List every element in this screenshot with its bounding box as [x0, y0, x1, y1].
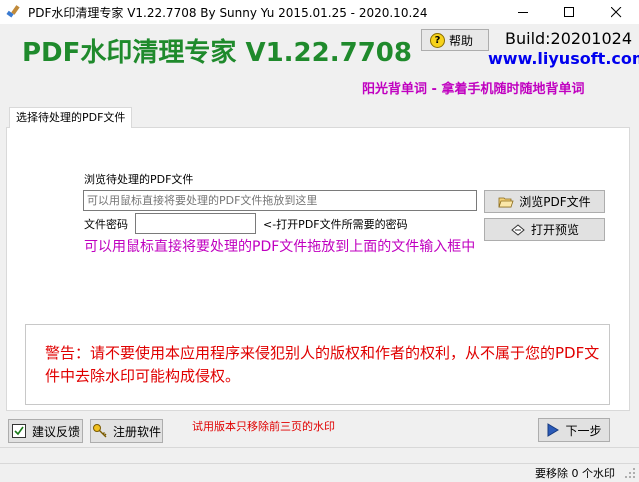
folder-open-icon [498, 197, 514, 207]
status-bar: 要移除 0 个水印 [0, 447, 639, 482]
feedback-icon [11, 424, 26, 438]
password-input[interactable] [135, 213, 256, 234]
password-hint: <-打开PDF文件所需要的密码 [263, 218, 408, 231]
arrow-right-icon [547, 423, 560, 437]
open-preview-label: 打开预览 [530, 223, 579, 237]
build-label: Build:20201024 [505, 29, 632, 48]
website-link[interactable]: www.liyusoft.com [488, 49, 639, 68]
next-button[interactable]: 下一步 [538, 418, 610, 442]
browse-pdf-label: 浏览PDF文件 [519, 195, 591, 209]
status-divider [0, 463, 639, 464]
warning-text: 警告：请不要使用本应用程序来侵犯别人的版权和作者的权利，从不属于您的PDF文件中… [45, 344, 600, 385]
open-preview-button[interactable]: 打开预览 [484, 218, 605, 241]
close-button[interactable] [593, 0, 639, 24]
trial-notice: 试用版本只移除前三页的水印 [192, 420, 335, 433]
maximize-button[interactable] [546, 0, 592, 24]
minimize-button[interactable] [500, 0, 546, 24]
help-button-label: 帮助 [449, 33, 474, 48]
feedback-button[interactable]: 建议反馈 [8, 419, 83, 443]
title-bar[interactable]: PDF水印清理专家 V1.22.7708 By Sunny Yu 2015.01… [0, 0, 639, 24]
slogan-link[interactable]: 阳光背单词 - 拿着手机随时随地背单词 [362, 78, 584, 97]
next-label: 下一步 [565, 423, 602, 438]
app-icon [6, 5, 20, 18]
status-divider [0, 447, 639, 448]
minimize-icon [518, 12, 528, 13]
browse-pdf-button[interactable]: 浏览PDF文件 [484, 190, 605, 213]
feedback-label: 建议反馈 [31, 424, 80, 439]
app-title: PDF水印清理专家 V1.22.7708 [22, 38, 412, 68]
resize-grip-icon[interactable] [624, 467, 636, 479]
preview-icon [511, 223, 525, 236]
help-icon: ? [430, 32, 445, 48]
browse-label: 浏览待处理的PDF文件 [84, 173, 194, 186]
drag-hint: 可以用鼠标直接将要处理的PDF文件拖放到上面的文件输入框中 [84, 239, 476, 255]
status-text: 要移除 0 个水印 [535, 467, 615, 480]
key-icon [92, 424, 107, 438]
maximize-icon [564, 7, 574, 17]
help-button[interactable]: ? 帮助 [421, 29, 489, 51]
register-button[interactable]: 注册软件 [90, 419, 163, 443]
file-path-input[interactable] [83, 190, 477, 211]
password-label: 文件密码 [84, 218, 128, 231]
register-label: 注册软件 [112, 424, 161, 439]
tab-select-pdf[interactable]: 选择待处理的PDF文件 [9, 107, 133, 128]
window-title: PDF水印清理专家 V1.22.7708 By Sunny Yu 2015.01… [28, 6, 428, 20]
close-icon [611, 7, 622, 18]
